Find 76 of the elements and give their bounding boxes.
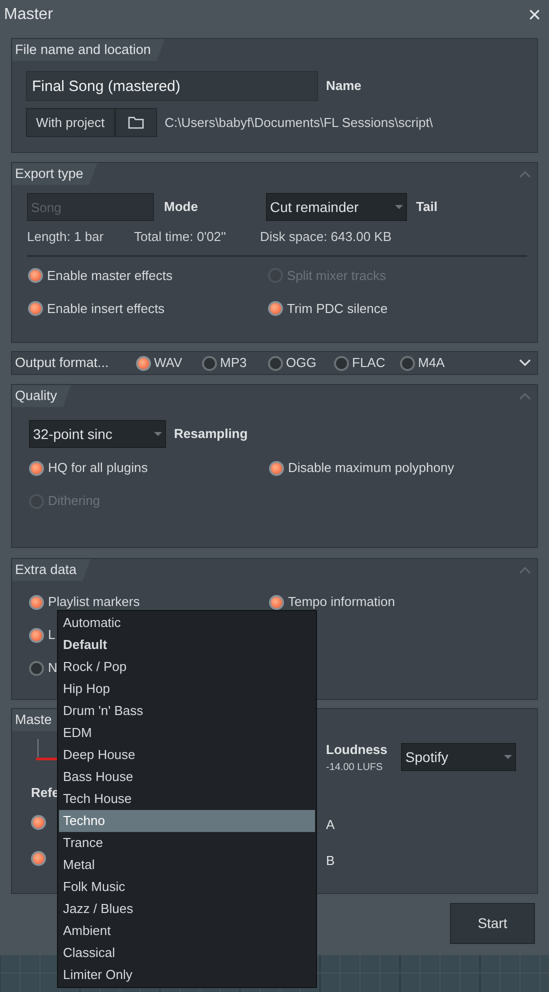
loudness-label: Loudness [326,741,388,759]
radio-button[interactable] [28,301,43,316]
close-button[interactable]: × [528,4,541,26]
resampling-label: Resampling [174,425,248,444]
menu-item[interactable]: Deep House [59,744,315,766]
menu-item[interactable]: Metal [59,854,315,876]
path-text: C:\Users\babyf\Documents\FL Sessions\script\ [164,114,433,132]
with-project-button[interactable]: With project [26,108,115,137]
caret-icon [395,205,403,209]
menu-item[interactable]: Rock / Pop [59,656,315,678]
radio-button[interactable] [268,301,283,316]
stat-text: Total time: 0'02'' [134,228,227,246]
caret-icon [154,432,162,436]
option-label: Tempo information [288,593,395,612]
dropdown[interactable]: Cut remainder [266,193,407,221]
chevron-down-icon[interactable] [519,359,531,367]
window-title: Master [4,5,53,25]
name-label: Name [326,77,362,96]
section-title[interactable]: Output format... [12,352,136,374]
stat-text: Length: 1 bar [27,228,105,246]
caret-icon [504,755,512,760]
menu-item[interactable]: Jazz / Blues [59,898,315,920]
format-label: MP3 [220,354,247,372]
reference-name: A [326,816,335,834]
section-title[interactable]: Quality [12,385,72,407]
radio-button[interactable] [202,356,217,370]
radio-button[interactable] [269,594,284,610]
option-label: Enable master effects [47,266,172,285]
option-label: Playlist markers [48,593,140,612]
option-label: L [48,626,56,644]
loudness-value: -14.00 LUFS [326,760,384,774]
radio-button[interactable] [136,356,151,370]
start-button[interactable]: Start [450,903,535,944]
format-label: M4A [418,354,445,372]
tail-label: Tail [416,198,438,216]
radio-button[interactable] [269,460,284,476]
menu-item[interactable]: Techno [59,810,315,832]
stat-text: Disk space: 643.00 KB [260,228,392,246]
radio-button[interactable] [268,356,283,370]
radio-button[interactable] [28,268,43,283]
option-label: Enable insert effects [47,300,165,318]
menu-item[interactable]: Ambient [59,920,315,942]
radio-button[interactable] [31,814,46,830]
menu-item[interactable]: Classical [59,942,315,964]
section-title[interactable]: Extra data [12,559,91,581]
radio-button[interactable] [334,356,349,370]
mode-label: Mode [164,198,199,216]
folder-icon [128,116,144,129]
menu-item[interactable]: Hip Hop [59,678,315,700]
reference-name: B [326,852,335,870]
menu-item[interactable]: Automatic [59,612,315,634]
option-label: Disable maximum polyphony [288,459,454,478]
option-label: N [48,659,58,678]
radio-button[interactable] [29,460,44,476]
dropdown[interactable]: Spotify [401,743,516,772]
menu-item[interactable]: Default [59,634,315,656]
section-title[interactable]: Export type [12,163,98,185]
meter-icon [34,737,58,763]
radio-button[interactable] [400,356,415,370]
menu-item[interactable]: Tech House [59,788,315,810]
format-label: WAV [154,354,182,372]
menu-item[interactable]: Bass House [59,766,315,788]
menu-item[interactable]: Folk Music [59,876,315,898]
format-label: FLAC [352,354,386,372]
radio-button[interactable] [29,660,44,676]
option-label: HQ for all plugins [48,459,148,478]
name-field[interactable]: Final Song (mastered) [26,71,318,101]
section-title[interactable]: File name and location [12,39,165,61]
option-label: Trim PDC silence [287,300,388,318]
browse-button[interactable] [114,108,157,137]
radio-button[interactable] [29,628,44,642]
radio-button[interactable] [29,594,44,610]
format-label: OGG [286,354,316,372]
dropdown[interactable]: 32-point sinc [29,420,166,448]
radio-button[interactable] [31,850,46,866]
menu-item[interactable]: Trance [59,832,315,854]
